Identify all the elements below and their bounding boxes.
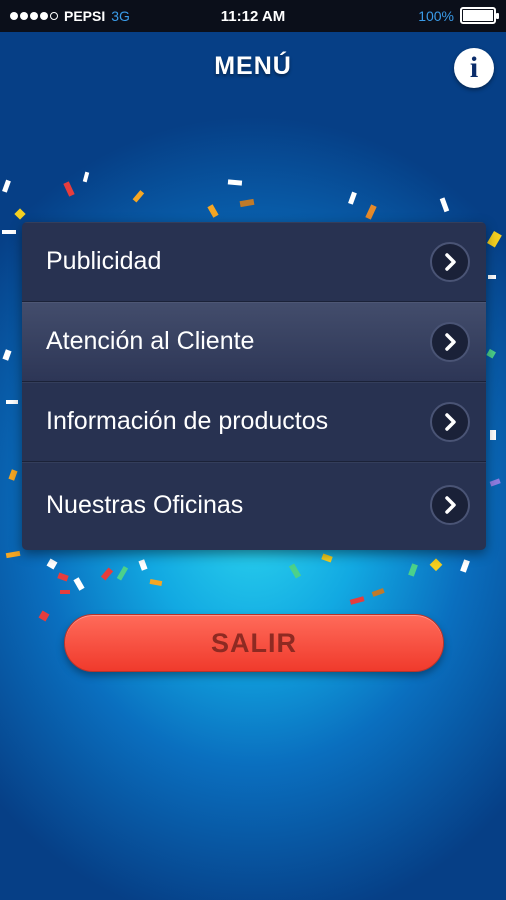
menu-item-label: Atención al Cliente	[46, 327, 255, 355]
menu-item-informacion-productos[interactable]: Información de productos	[22, 382, 486, 462]
menu-item-publicidad[interactable]: Publicidad	[22, 222, 486, 302]
info-icon: i	[469, 51, 479, 84]
menu-item-label: Información de productos	[46, 407, 329, 435]
chevron-right-icon	[430, 321, 470, 362]
chevron-right-icon	[430, 401, 470, 442]
menu-item-label: Nuestras Oficinas	[46, 490, 244, 519]
chevron-right-icon	[430, 241, 470, 282]
info-button[interactable]: i	[454, 48, 494, 88]
page-title: MENÚ	[214, 52, 292, 80]
menu-item-label: Publicidad	[46, 247, 162, 275]
main-menu: Publicidad Atención al Cliente Informaci…	[22, 222, 486, 550]
menu-item-atencion-cliente[interactable]: Atención al Cliente	[22, 302, 486, 382]
chevron-right-icon	[430, 485, 470, 525]
exit-button-label: SALIR	[211, 627, 297, 658]
menu-item-nuestras-oficinas[interactable]: Nuestras Oficinas	[22, 462, 486, 548]
exit-button[interactable]: SALIR	[64, 614, 444, 672]
